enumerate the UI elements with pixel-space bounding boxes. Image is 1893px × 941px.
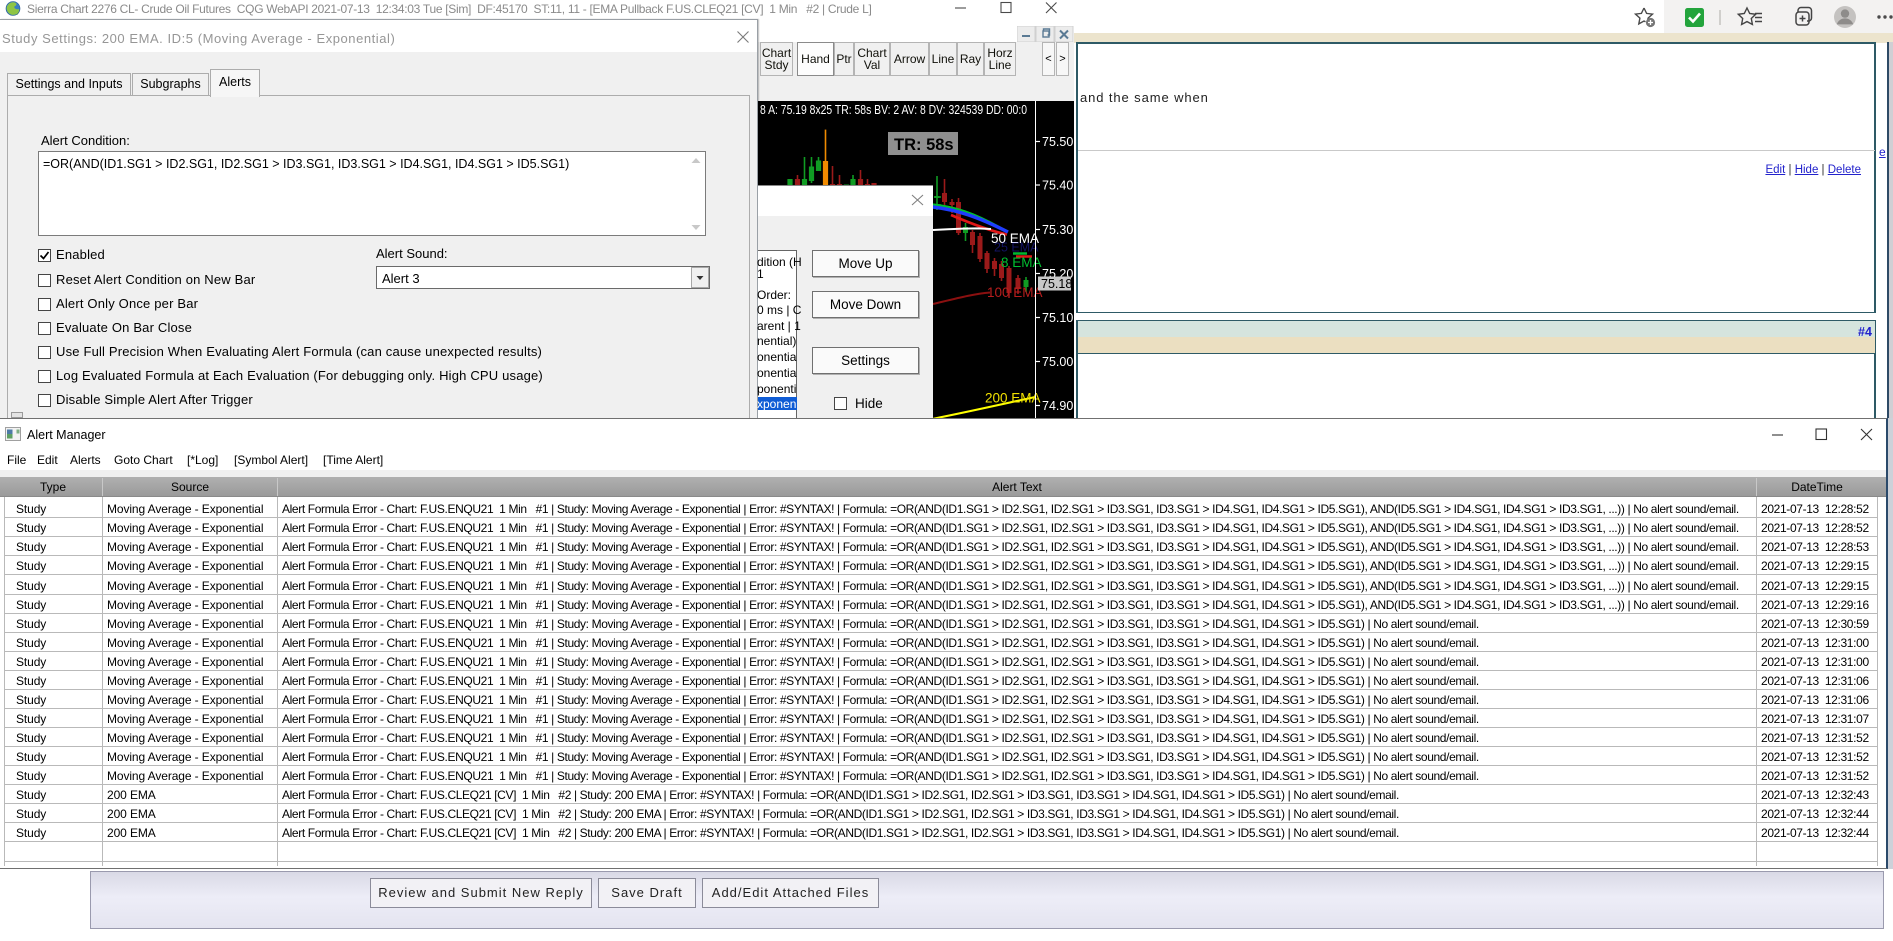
svg-text:100 EMA: 100 EMA	[987, 285, 1043, 300]
svg-text:74.90: 74.90	[1042, 399, 1073, 413]
svg-text:200 EMA: 200 EMA	[985, 391, 1041, 406]
svg-text:75.10: 75.10	[1042, 311, 1073, 325]
svg-text:8 A: 75.19 8x25 TR: 58s BV: 2: 8 A: 75.19 8x25 TR: 58s BV: 2 AV: 8 DV: …	[760, 102, 1027, 117]
svg-text:75.18: 75.18	[1041, 277, 1072, 291]
svg-text:75.00: 75.00	[1042, 355, 1073, 369]
svg-text:75.40: 75.40	[1042, 179, 1073, 193]
svg-text:75.30: 75.30	[1042, 223, 1073, 237]
svg-text:75.50: 75.50	[1042, 135, 1073, 149]
svg-text:TR: 58s: TR: 58s	[894, 136, 954, 154]
